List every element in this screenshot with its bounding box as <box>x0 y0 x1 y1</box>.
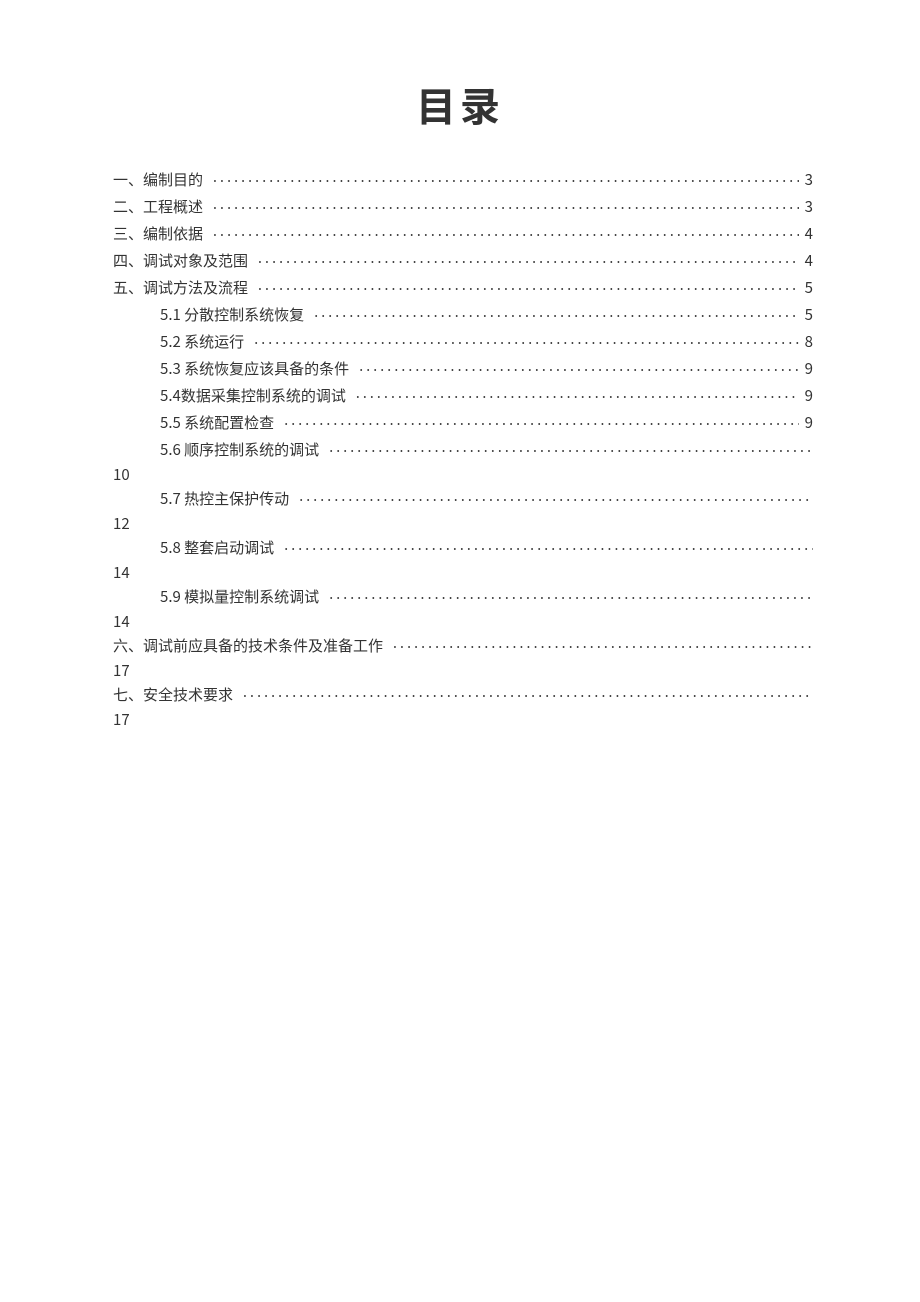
toc-leader <box>393 636 813 651</box>
toc-label: 5.8 整套启动调试 <box>160 540 274 555</box>
toc-page-number: 17 <box>113 712 813 734</box>
toc-page-number: 4 <box>805 253 813 268</box>
toc-label: 5.3 系统恢复应该具备的条件 <box>160 361 349 376</box>
toc-entry[interactable]: 二、工程概述 3 <box>113 197 813 224</box>
toc-leader <box>258 251 799 266</box>
toc-label: 5.7 热控主保护传动 <box>160 491 289 506</box>
toc-entry[interactable]: 四、调试对象及范围 4 <box>113 251 813 278</box>
toc-page-number: 14 <box>113 565 813 587</box>
toc-label: 5.1 分散控制系统恢复 <box>160 307 304 322</box>
toc-page-number: 9 <box>805 388 813 403</box>
toc-leader <box>213 224 799 239</box>
toc-page-number: 3 <box>805 172 813 187</box>
toc-entry[interactable]: 5.3 系统恢复应该具备的条件 9 <box>113 359 813 386</box>
toc-leader <box>359 359 798 374</box>
toc-page-number: 5 <box>805 307 813 322</box>
document-page: 目录 一、编制目的 3 二、工程概述 3 三、编制依据 4 四、调试对象及范围 4 五、调试方法… <box>0 0 920 1302</box>
toc-label: 六、调试前应具备的技术条件及准备工作 <box>113 638 383 653</box>
toc-label: 5.9 模拟量控制系统调试 <box>160 589 319 604</box>
toc-label: 5.4数据采集控制系统的调试 <box>160 388 346 403</box>
toc-label: 5.5 系统配置检查 <box>160 415 274 430</box>
toc-entry[interactable]: 六、调试前应具备的技术条件及准备工作 <box>113 636 813 663</box>
toc-entry[interactable]: 5.9 模拟量控制系统调试 <box>113 587 813 614</box>
toc-leader <box>299 489 813 504</box>
toc-entry[interactable]: 七、安全技术要求 <box>113 685 813 712</box>
toc-label: 四、调试对象及范围 <box>113 253 248 268</box>
toc-leader <box>258 278 799 293</box>
toc-page-number: 14 <box>113 614 813 636</box>
toc-entry[interactable]: 5.8 整套启动调试 <box>113 538 813 565</box>
toc-label: 一、编制目的 <box>113 172 203 187</box>
toc-leader <box>284 538 813 553</box>
toc-page-number: 17 <box>113 663 813 685</box>
toc-entry[interactable]: 5.5 系统配置检查 9 <box>113 413 813 440</box>
toc-leader <box>329 440 813 455</box>
toc-leader <box>213 170 799 185</box>
toc-entry[interactable]: 一、编制目的 3 <box>113 170 813 197</box>
toc-label: 五、调试方法及流程 <box>113 280 248 295</box>
toc-page-number: 4 <box>805 226 813 241</box>
toc-leader <box>213 197 799 212</box>
toc-entry[interactable]: 三、编制依据 4 <box>113 224 813 251</box>
page-title: 目录 <box>0 75 920 133</box>
toc-leader <box>284 413 798 428</box>
toc-entry[interactable]: 五、调试方法及流程 5 <box>113 278 813 305</box>
toc-page-number: 9 <box>805 361 813 376</box>
toc-page-number: 12 <box>113 516 813 538</box>
toc-entry[interactable]: 5.4数据采集控制系统的调试 9 <box>113 386 813 413</box>
toc-leader <box>243 685 813 700</box>
toc-page-number: 9 <box>805 415 813 430</box>
toc-page-number: 8 <box>805 334 813 349</box>
toc-entry[interactable]: 5.7 热控主保护传动 <box>113 489 813 516</box>
table-of-contents: 一、编制目的 3 二、工程概述 3 三、编制依据 4 四、调试对象及范围 4 五、调试方法及流程… <box>113 170 813 734</box>
toc-label: 5.6 顺序控制系统的调试 <box>160 442 319 457</box>
toc-page-number: 5 <box>805 280 813 295</box>
toc-page-number: 3 <box>805 199 813 214</box>
toc-leader <box>314 305 798 320</box>
toc-leader <box>254 332 798 347</box>
toc-label: 三、编制依据 <box>113 226 203 241</box>
toc-leader <box>356 386 799 401</box>
toc-entry[interactable]: 5.2 系统运行 8 <box>113 332 813 359</box>
toc-label: 5.2 系统运行 <box>160 334 244 349</box>
toc-label: 二、工程概述 <box>113 199 203 214</box>
toc-leader <box>329 587 813 602</box>
toc-label: 七、安全技术要求 <box>113 687 233 702</box>
toc-entry[interactable]: 5.1 分散控制系统恢复 5 <box>113 305 813 332</box>
toc-entry[interactable]: 5.6 顺序控制系统的调试 <box>113 440 813 467</box>
toc-page-number: 10 <box>113 467 813 489</box>
